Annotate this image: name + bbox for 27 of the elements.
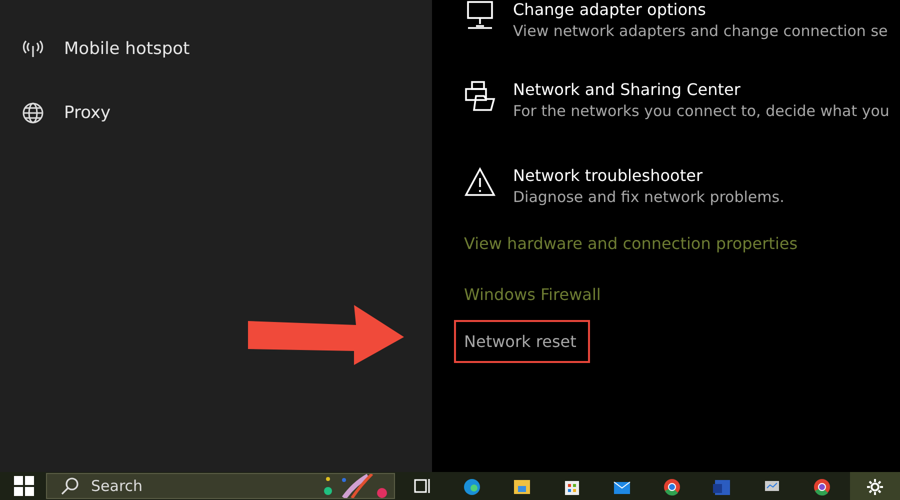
browser-icon bbox=[812, 476, 832, 496]
nav-item[interactable]: Proxy bbox=[64, 103, 111, 123]
nav-item[interactable]: Mobile hotspot bbox=[64, 39, 190, 59]
setting-description: Diagnose and fix network problems. bbox=[513, 188, 784, 206]
browser-icon bbox=[462, 476, 482, 496]
settings-link[interactable]: View hardware and connection properties bbox=[464, 230, 798, 257]
setting-title[interactable]: Network and Sharing Center bbox=[513, 80, 890, 99]
setting-description: For the networks you connect to, decide what you bbox=[513, 102, 890, 120]
warning-icon bbox=[464, 166, 496, 198]
browser-icon bbox=[662, 476, 682, 496]
task-view-icon bbox=[412, 476, 432, 496]
windows-logo-icon[interactable] bbox=[14, 476, 34, 496]
settings-icon bbox=[865, 476, 885, 496]
search-field[interactable]: Search bbox=[89, 476, 243, 496]
dna-drawing bbox=[324, 474, 388, 498]
antenna-icon bbox=[22, 38, 44, 60]
settings-link[interactable]: Network reset bbox=[454, 320, 590, 363]
printer-folder-icon bbox=[464, 80, 496, 112]
setting-title[interactable]: Change adapter options bbox=[513, 0, 888, 19]
taskbar-button[interactable] bbox=[850, 472, 900, 500]
search-bar[interactable]: Search bbox=[46, 473, 395, 499]
setting-title[interactable]: Network troubleshooter bbox=[513, 166, 784, 185]
computer-icon bbox=[464, 0, 496, 32]
setting-description: View network adapters and change connection se bbox=[513, 22, 888, 40]
search-icon bbox=[61, 477, 79, 495]
globe-icon bbox=[22, 102, 44, 124]
settings-link[interactable]: Windows Firewall bbox=[464, 281, 601, 308]
